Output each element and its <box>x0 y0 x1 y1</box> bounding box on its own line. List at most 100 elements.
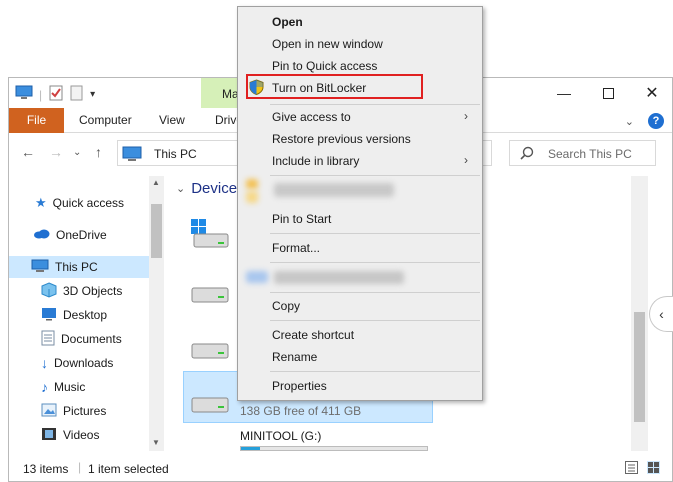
properties-check-icon[interactable] <box>48 85 64 104</box>
blurred-folder-icon <box>246 191 258 203</box>
quick-access-toolbar: | ▾ <box>15 85 95 104</box>
toolbar-divider: | <box>39 87 43 102</box>
drive-icon[interactable] <box>188 280 236 313</box>
maximize-button[interactable] <box>586 78 630 108</box>
status-bar: 13 items | 1 item selected <box>9 456 672 482</box>
expand-ribbon-icon[interactable]: ⌄ <box>625 115 634 128</box>
drive-name-minitool[interactable]: MINITOOL (G:) <box>240 429 321 443</box>
forward-arrow-icon[interactable]: → <box>49 144 63 160</box>
menu-item-turn-on-bitlocker[interactable]: Turn on BitLocker <box>272 81 366 95</box>
menu-item-properties[interactable]: Properties <box>272 379 327 393</box>
desktop-icon <box>41 307 57 324</box>
menu-item-pin-quick-access[interactable]: Pin to Quick access <box>272 59 377 73</box>
item-count: 13 items <box>23 462 69 476</box>
menu-item-rename[interactable]: Rename <box>272 350 317 364</box>
search-icon <box>520 146 534 163</box>
maximize-icon <box>602 87 614 99</box>
navigation-pane: ★ Quick access OneDrive This PC 3D Objec… <box>9 176 165 451</box>
sidebar-item-onedrive[interactable]: OneDrive <box>33 224 107 246</box>
sidebar-item-3d-objects[interactable]: 3D Objects <box>41 280 122 302</box>
drive-icon <box>188 390 236 423</box>
download-arrow-icon: ↓ <box>41 355 48 371</box>
help-icon[interactable]: ? <box>648 113 664 129</box>
cube-icon <box>41 281 57 301</box>
customize-dropdown-icon[interactable]: ▾ <box>90 89 95 100</box>
sidebar-item-videos[interactable]: Videos <box>41 424 99 446</box>
computer-icon[interactable] <box>15 85 33 104</box>
sidebar-item-pictures[interactable]: Pictures <box>41 400 106 422</box>
devices-group-header[interactable]: ⌄ Devices <box>176 180 245 197</box>
blurred-folder-icon <box>246 179 258 189</box>
recent-locations-icon[interactable]: ⌄ <box>73 147 81 158</box>
address-text: This PC <box>154 147 197 161</box>
menu-separator <box>270 233 480 234</box>
drive-usage-bar <box>240 446 428 451</box>
sidebar-item-label: Downloads <box>54 356 114 370</box>
sidebar-item-label: 3D Objects <box>63 284 123 298</box>
sidebar-item-label: Music <box>54 380 86 394</box>
tab-file[interactable]: File <box>9 108 64 133</box>
drive-icon[interactable] <box>188 336 236 369</box>
scroll-down-icon[interactable]: ▼ <box>152 438 160 447</box>
sidebar-item-label: Documents <box>61 332 122 346</box>
sidebar-item-label: Desktop <box>63 308 108 322</box>
this-pc-icon <box>122 146 142 165</box>
blurred-menu-item[interactable] <box>274 271 404 284</box>
sidebar-item-quick-access[interactable]: ★ Quick access <box>35 192 124 214</box>
sidebar-item-music[interactable]: ♪ Music <box>41 376 85 398</box>
sidebar-item-this-pc[interactable]: This PC <box>9 256 149 278</box>
menu-separator <box>270 371 480 372</box>
drive-usage-fill <box>241 447 260 450</box>
selection-count: 1 item selected <box>88 462 169 476</box>
menu-item-restore-previous[interactable]: Restore previous versions <box>272 132 411 146</box>
sidebar-item-label: This PC <box>55 260 98 274</box>
back-arrow-icon[interactable]: ← <box>21 144 35 160</box>
cloud-icon <box>33 228 50 242</box>
status-divider: | <box>78 460 82 474</box>
menu-separator <box>270 292 480 293</box>
sidebar-item-label: Quick access <box>52 196 125 210</box>
blurred-menu-item[interactable] <box>274 183 394 197</box>
menu-separator <box>270 104 480 105</box>
picture-icon <box>41 403 57 420</box>
nav-scrollbar[interactable]: ▲ ▼ <box>149 176 164 451</box>
sidebar-item-documents[interactable]: Documents <box>41 328 122 350</box>
search-placeholder: Search This PC <box>548 147 632 161</box>
large-icons-view-icon[interactable] <box>647 461 660 474</box>
windows-drive-icon[interactable] <box>188 218 236 255</box>
menu-item-give-access[interactable]: Give access to <box>272 110 351 124</box>
up-arrow-icon[interactable]: ↑ <box>95 144 102 160</box>
context-menu: Open Open in new window Pin to Quick acc… <box>237 6 483 401</box>
sidebar-item-label: OneDrive <box>56 228 107 242</box>
ribbon-right-controls: ⌄ ? <box>625 113 664 129</box>
film-icon <box>41 427 57 444</box>
sidebar-item-downloads[interactable]: ↓ Downloads <box>41 352 113 374</box>
sidebar-item-label: Pictures <box>63 404 107 418</box>
menu-item-include-library[interactable]: Include in library <box>272 154 359 168</box>
nav-scroll-thumb[interactable] <box>151 204 162 258</box>
content-scrollbar[interactable] <box>631 176 648 451</box>
menu-item-copy[interactable]: Copy <box>272 299 300 313</box>
minimize-button[interactable]: — <box>542 78 586 108</box>
music-note-icon: ♪ <box>41 379 48 395</box>
menu-item-create-shortcut[interactable]: Create shortcut <box>272 328 354 342</box>
tab-computer[interactable]: Computer <box>79 108 132 133</box>
blurred-app-icon <box>246 271 268 283</box>
scroll-up-icon[interactable]: ▲ <box>152 178 160 187</box>
menu-item-open-new-window[interactable]: Open in new window <box>272 37 383 51</box>
menu-item-format[interactable]: Format... <box>272 241 320 255</box>
menu-item-open[interactable]: Open <box>272 15 303 29</box>
chevron-down-icon: ⌄ <box>176 183 186 195</box>
this-pc-icon <box>31 259 49 276</box>
new-folder-icon[interactable] <box>70 85 84 104</box>
close-button[interactable]: ✕ <box>630 78 673 108</box>
menu-item-pin-start[interactable]: Pin to Start <box>272 212 331 226</box>
details-view-icon[interactable] <box>625 461 638 474</box>
sidebar-item-desktop[interactable]: Desktop <box>41 304 107 326</box>
document-icon <box>41 330 55 349</box>
drive-free-space: 138 GB free of 411 GB <box>240 404 362 418</box>
tab-view[interactable]: View <box>159 108 185 133</box>
search-input[interactable]: Search This PC <box>509 140 656 166</box>
shield-icon <box>249 79 264 98</box>
content-scroll-thumb[interactable] <box>634 312 645 422</box>
